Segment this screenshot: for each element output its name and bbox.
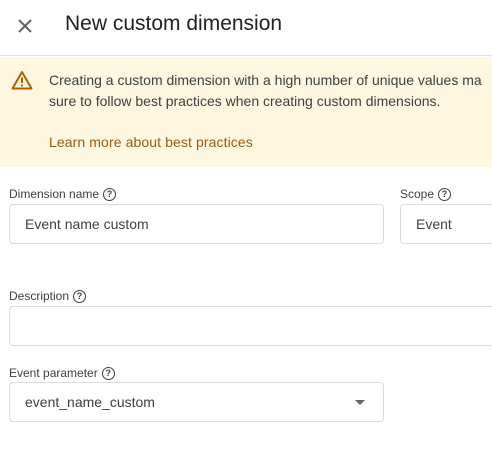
description-label: Description ? (9, 289, 87, 303)
help-icon[interactable]: ? (103, 187, 117, 201)
close-icon (18, 19, 32, 33)
panel-title: New custom dimension (65, 12, 283, 35)
help-icon[interactable]: ? (101, 366, 115, 380)
event-parameter-value: event_name_custom (25, 394, 155, 410)
scope-label: Scope ? (400, 187, 452, 201)
warning-message: Creating a custom dimension with a high … (49, 70, 492, 112)
chevron-down-icon[interactable] (355, 400, 365, 405)
description-field[interactable] (9, 306, 492, 346)
scope-value: Event (416, 216, 452, 232)
warning-banner: Creating a custom dimension with a high … (0, 57, 492, 167)
close-button[interactable] (6, 7, 44, 45)
event-parameter-label: Event parameter ? (9, 366, 115, 380)
panel-header: New custom dimension (0, 0, 492, 56)
event-parameter-label-text: Event parameter (9, 366, 98, 380)
custom-dimension-panel: New custom dimension Creating a custom d… (0, 0, 492, 471)
description-label-text: Description (9, 289, 70, 303)
scope-select[interactable]: Event (400, 204, 492, 244)
warning-message-line-1: Creating a custom dimension with a high … (49, 72, 482, 88)
dimension-name-value: Event name custom (25, 216, 149, 232)
dimension-name-label: Dimension name ? (9, 187, 117, 201)
warning-message-line-2: sure to follow best practices when creat… (49, 93, 441, 109)
help-icon[interactable]: ? (438, 187, 452, 201)
warning-icon (11, 71, 33, 90)
scope-label-text: Scope (400, 187, 435, 201)
event-parameter-select[interactable]: event_name_custom (9, 382, 384, 422)
help-icon[interactable]: ? (73, 289, 87, 303)
best-practices-link[interactable]: Learn more about best practices (49, 134, 253, 150)
dimension-name-field[interactable]: Event name custom (9, 204, 384, 244)
dimension-name-label-text: Dimension name (9, 187, 100, 201)
